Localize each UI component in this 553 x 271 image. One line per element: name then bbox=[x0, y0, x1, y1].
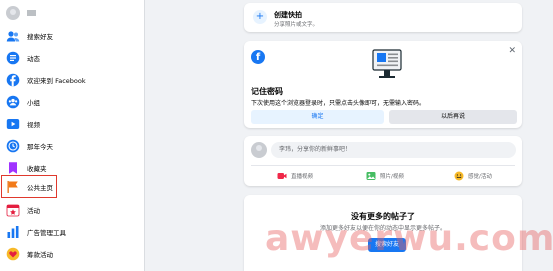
calendar-star-icon bbox=[6, 203, 20, 217]
feeling-activity-button[interactable]: 感觉/活动 bbox=[454, 169, 492, 183]
sidebar-item-label: 视频 bbox=[27, 121, 40, 129]
live-video-icon bbox=[277, 173, 287, 179]
facebook-logo-icon: f bbox=[251, 50, 265, 64]
sidebar-item-label: 广告管理工具 bbox=[27, 229, 66, 237]
remember-password-card: f ✕ 记住密码 下次使用这个浏览器登录时，只需点击头像即可，无需输入密码。 确… bbox=[244, 41, 522, 128]
sidebar-item-welcome[interactable]: 欢迎来到 Facebook bbox=[2, 69, 142, 91]
bookmark-icon bbox=[6, 161, 20, 175]
empty-feed-card: 没有更多的帖子了 添加更多好友以便在你的动态中显示更多帖子。 搜索好友 bbox=[244, 195, 522, 271]
not-now-button[interactable]: 以后再说 bbox=[389, 110, 517, 124]
live-video-label: 直播视频 bbox=[291, 174, 314, 180]
avatar[interactable] bbox=[6, 6, 20, 20]
empty-feed-title: 没有更多的帖子了 bbox=[351, 212, 415, 221]
sidebar-item-news-feed[interactable]: 动态 bbox=[2, 47, 142, 69]
sidebar-item-find-friends[interactable]: 搜索好友 bbox=[2, 25, 142, 47]
sidebar-item-label: 搜索好友 bbox=[27, 33, 53, 41]
find-friends-button[interactable]: 搜索好友 bbox=[368, 238, 406, 252]
smiley-icon bbox=[454, 171, 464, 181]
video-icon bbox=[6, 117, 20, 131]
sidebar-item-label: 欢迎来到 Facebook bbox=[27, 77, 86, 85]
sidebar-item-label: 那年今天 bbox=[27, 143, 53, 151]
sidebar-item-memories[interactable]: 那年今天 bbox=[2, 135, 142, 157]
feeling-activity-label: 感觉/活动 bbox=[468, 174, 492, 180]
sidebar-item-fundraisers[interactable]: 筹款活动 bbox=[2, 243, 142, 265]
create-story-card[interactable]: + 创建快拍 分享照片或文字。 bbox=[244, 3, 522, 32]
left-sidebar: 搜索好友 动态 欢迎来到 Facebook 小组 视频 那年今天 收藏夹 公共主… bbox=[0, 0, 145, 271]
memories-clock-icon bbox=[6, 139, 20, 153]
post-composer-card: 李玮，分享你的新鲜事吧！ 直播视频 照片/视频 感觉/活动 bbox=[244, 136, 522, 186]
remember-password-title: 记住密码 bbox=[251, 87, 283, 96]
news-feed-icon bbox=[6, 51, 20, 65]
sidebar-item-groups[interactable]: 小组 bbox=[2, 91, 142, 113]
sidebar-item-ads-manager[interactable]: 广告管理工具 bbox=[2, 221, 142, 243]
flag-icon bbox=[6, 180, 20, 194]
sidebar-item-events[interactable]: 活动 bbox=[2, 199, 142, 221]
close-icon[interactable]: ✕ bbox=[508, 46, 516, 56]
sidebar-item-pages[interactable]: 公共主页 bbox=[1, 175, 57, 198]
sidebar-item-label: 动态 bbox=[27, 55, 40, 63]
divider bbox=[251, 165, 515, 166]
post-composer-input[interactable]: 李玮，分享你的新鲜事吧！ bbox=[271, 142, 516, 158]
groups-icon bbox=[6, 95, 20, 109]
sidebar-item-label: 筹款活动 bbox=[27, 251, 53, 259]
empty-feed-description: 添加更多好友以便在你的动态中显示更多帖子。 bbox=[319, 225, 446, 232]
photo-video-label: 照片/视频 bbox=[380, 174, 404, 180]
sidebar-item-videos[interactable]: 视频 bbox=[2, 113, 142, 135]
avatar[interactable] bbox=[251, 142, 267, 158]
sidebar-item-label: 小组 bbox=[27, 99, 40, 107]
remember-password-description: 下次使用这个浏览器登录时，只需点击头像即可，无需输入密码。 bbox=[251, 100, 426, 107]
sidebar-item-label: 公共主页 bbox=[27, 183, 53, 192]
live-video-button[interactable]: 直播视频 bbox=[277, 169, 313, 183]
friends-icon bbox=[6, 29, 20, 43]
confirm-button[interactable]: 确定 bbox=[251, 110, 384, 124]
fundraiser-heart-icon bbox=[6, 247, 20, 261]
facebook-icon bbox=[6, 73, 20, 87]
plus-icon[interactable]: + bbox=[253, 10, 267, 24]
monitor-illustration-icon bbox=[372, 49, 402, 85]
photo-video-button[interactable]: 照片/视频 bbox=[366, 169, 404, 183]
create-story-subtitle: 分享照片或文字。 bbox=[274, 22, 319, 28]
photo-icon bbox=[366, 172, 376, 180]
bar-chart-icon bbox=[6, 225, 20, 239]
create-story-title: 创建快拍 bbox=[274, 11, 302, 19]
name-placeholder bbox=[27, 10, 36, 16]
sidebar-item-label: 活动 bbox=[27, 207, 40, 215]
profile-row[interactable] bbox=[2, 2, 142, 24]
sidebar-item-label: 收藏夹 bbox=[27, 165, 47, 173]
